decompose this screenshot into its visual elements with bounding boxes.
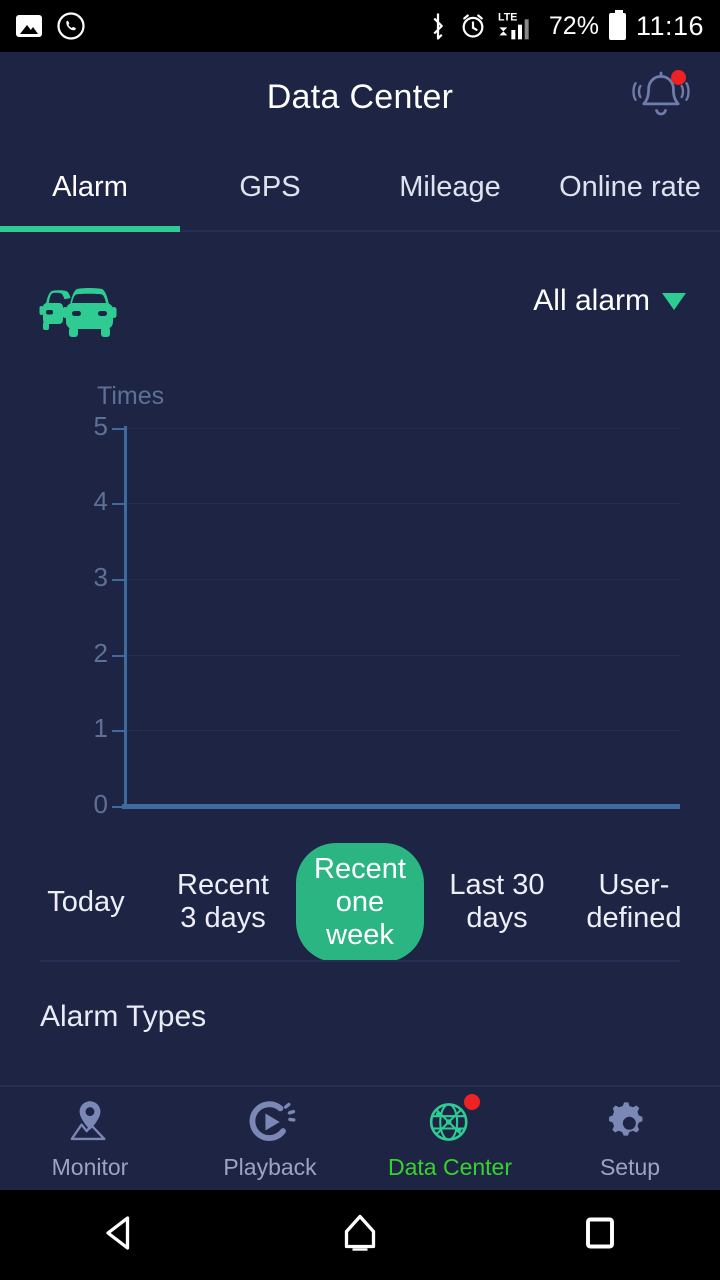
time-range-selector: Today Recent 3 days Recent one week Last… [0,842,720,962]
map-pin-icon [64,1096,116,1148]
status-bar: LTE 72% 11:16 [0,0,720,52]
nav-label-setup: Setup [599,1154,661,1180]
bottom-navigation: Monitor Playback Data Center Setup [0,1085,720,1190]
recents-button[interactable] [576,1209,624,1262]
chart-y-axis-title: Times [97,382,165,410]
battery-icon [608,9,626,40]
alarm-types-title: Alarm Types [40,1000,207,1033]
tab-alarm[interactable]: Alarm [0,171,180,204]
data-center-badge-dot [464,1094,480,1110]
alarm-panel: All alarm Times 5 4 3 2 1 0 Today Recent… [0,232,720,992]
alarm-filter-dropdown[interactable]: All alarm [533,284,686,318]
range-today[interactable]: Today [22,876,150,929]
alarm-clock-icon [462,14,484,38]
range-last-30-days[interactable]: Last 30 days [433,859,561,945]
home-icon [344,1214,376,1251]
status-bar-clock: 11:16 [635,10,704,41]
y-tick [112,579,126,581]
alarm-filter-label: All alarm [533,284,650,317]
android-navigation-bar [0,1190,720,1280]
gridline [124,428,680,429]
y-tick-label: 0 [93,789,108,819]
svg-text:LTE: LTE [498,12,517,24]
bluetooth-icon [433,13,443,40]
nav-item-monitor[interactable]: Monitor [0,1087,180,1190]
y-tick-label: 1 [93,713,108,743]
nav-label-playback: Playback [223,1154,317,1180]
panel-divider [40,960,680,962]
square-icon [586,1217,614,1248]
y-tick [112,428,126,430]
whatsapp-icon [57,12,85,40]
chevron-down-icon [662,292,686,310]
app-header: Data Center [0,52,720,142]
nav-item-setup[interactable]: Setup [540,1087,720,1190]
gridline [124,503,680,504]
status-bar-left-icons [16,11,86,41]
y-tick-label: 4 [93,486,108,516]
notification-button[interactable] [628,64,694,130]
page-title: Data Center [266,77,454,116]
chart-x-axis-line [122,804,680,809]
gridline [124,655,680,656]
range-user-defined[interactable]: User-defined [570,859,698,945]
range-recent-one-week[interactable]: Recent one week [296,842,424,962]
gridline [124,730,680,731]
y-tick [112,730,126,732]
lte-signal-icon: LTE [498,12,529,40]
nav-label-data-center: Data Center [387,1154,512,1180]
triangle-left-icon [106,1215,130,1250]
tab-gps[interactable]: GPS [180,171,360,204]
gear-icon [604,1096,656,1148]
range-recent-3-days[interactable]: Recent 3 days [159,859,287,945]
notification-badge-dot [671,70,686,85]
y-tick-label: 2 [93,638,108,668]
two-cars-icon [38,278,134,338]
globe-network-icon [424,1094,480,1148]
chart-y-axis-line [124,426,127,808]
gridline [124,579,680,580]
y-tick-label: 3 [93,562,108,592]
battery-percent: 72% [548,11,599,40]
play-circle-icon [244,1096,296,1148]
nav-item-playback[interactable]: Playback [180,1087,360,1190]
status-bar-right-icons: LTE 72% 11:16 [427,9,704,42]
y-tick [112,806,126,808]
home-button[interactable] [336,1209,384,1262]
nav-item-data-center[interactable]: Data Center [360,1087,540,1190]
y-tick [112,655,126,657]
chart-plot-area [124,428,680,806]
y-tick [112,503,126,505]
nav-label-monitor: Monitor [51,1154,129,1180]
tab-mileage[interactable]: Mileage [360,171,540,204]
alarm-chart: Times 5 4 3 2 1 0 [0,382,720,832]
tab-online-rate[interactable]: Online rate [540,171,720,204]
back-button[interactable] [96,1209,144,1262]
app-screen: LTE 72% 11:16 Data Center Alarm GPS Mile… [0,0,720,1280]
y-tick-label: 5 [93,411,108,441]
tab-bar: Alarm GPS Mileage Online rate [0,142,720,232]
image-icon [16,15,42,37]
